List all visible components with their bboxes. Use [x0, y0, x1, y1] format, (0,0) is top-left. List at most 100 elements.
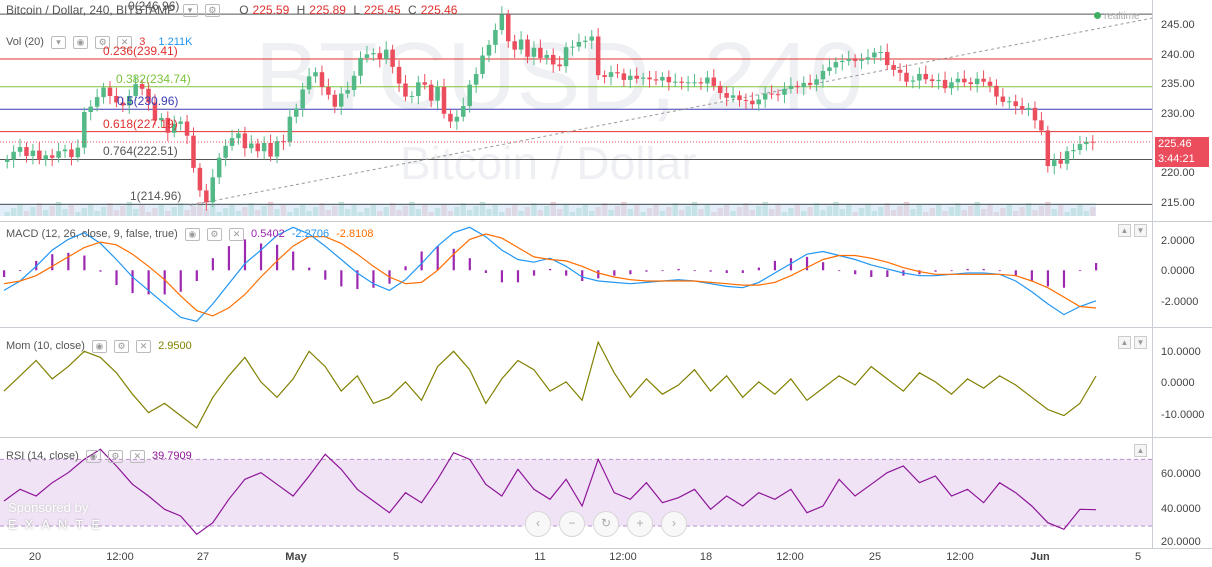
- macd-histogram-bar: [420, 251, 423, 271]
- candle-body: [428, 84, 434, 101]
- candle-body: [1071, 150, 1076, 152]
- close-icon[interactable]: ✕: [129, 450, 145, 463]
- candle-body: [602, 75, 607, 77]
- candle-body: [570, 46, 575, 48]
- macd-histogram-bar: [966, 268, 969, 271]
- mom-value: 2.9500: [158, 340, 192, 353]
- macd-histogram-bar: [195, 270, 198, 282]
- candle-body: [435, 87, 440, 101]
- candle-body: [319, 72, 325, 88]
- minus-icon[interactable]: −: [559, 511, 585, 537]
- candle-body: [872, 52, 877, 58]
- candle-body: [653, 79, 659, 81]
- settings-icon[interactable]: ⚙: [107, 450, 123, 463]
- candle-body: [223, 145, 228, 158]
- candle-body: [897, 69, 903, 73]
- candle-body: [692, 82, 697, 84]
- macd-histogram-bar: [613, 270, 616, 276]
- candle-body: [441, 87, 447, 114]
- candle-body: [274, 141, 280, 157]
- price-pane[interactable]: BTCUSD, 240 Bitcoin / Dollar Bitcoin / D…: [0, 0, 1212, 222]
- time-axis-label: 25: [868, 551, 882, 563]
- fib-level-label: 1(214.96): [130, 189, 182, 204]
- eye-icon[interactable]: ◉: [73, 36, 89, 49]
- candle-body: [711, 77, 717, 86]
- candle-body: [698, 82, 704, 84]
- candle-body: [891, 65, 896, 70]
- candle-body: [56, 151, 61, 158]
- time-axis-label: 27: [196, 551, 210, 563]
- candle-body: [814, 79, 819, 85]
- macd-histogram-bar: [83, 255, 86, 271]
- candle-body: [49, 155, 55, 158]
- chevron-right-icon[interactable]: ›: [661, 511, 687, 537]
- plus-icon[interactable]: +: [627, 511, 653, 537]
- macd-tick: 2.0000: [1161, 235, 1195, 247]
- macd-histogram-bar: [950, 270, 953, 272]
- macd-histogram-bar: [484, 270, 487, 273]
- candle-body: [544, 54, 550, 58]
- settings-icon[interactable]: ⚙: [113, 340, 129, 353]
- candle-body: [955, 78, 961, 83]
- close-icon[interactable]: ✕: [136, 340, 152, 353]
- sponsor-box[interactable]: Sponsored by EXANTE: [8, 500, 132, 540]
- candle-body: [852, 59, 858, 61]
- candle-body: [493, 29, 498, 45]
- mom-header: Mom (10, close) ◉ ⚙ ✕ 2.9500: [6, 340, 196, 353]
- candle-body: [255, 143, 260, 152]
- dropdown-icon[interactable]: ▾: [50, 36, 66, 49]
- macd-histogram-bar: [934, 270, 937, 272]
- candle-body: [962, 78, 967, 83]
- candle-body: [859, 59, 864, 61]
- candle-body: [409, 95, 415, 97]
- macd-histogram-bar: [452, 248, 455, 271]
- candle-body: [615, 72, 620, 74]
- candle-body: [1039, 120, 1044, 131]
- macd-header: MACD (12, 26, close, 9, false, true) ◉ ⚙…: [6, 228, 377, 241]
- candle-body: [525, 39, 530, 57]
- macd-histogram-bar: [532, 270, 536, 276]
- move-down-icon[interactable]: ▼: [1134, 224, 1147, 237]
- eye-icon[interactable]: ◉: [85, 450, 101, 463]
- price-axis[interactable]: 245.00240.00235.00230.00225.00220.00215.…: [1152, 0, 1212, 221]
- candle-body: [827, 67, 832, 71]
- macd-pane[interactable]: MACD (12, 26, close, 9, false, true) ◉ ⚙…: [0, 222, 1212, 328]
- candle-body: [454, 116, 460, 122]
- settings-icon[interactable]: ⚙: [206, 228, 222, 241]
- rsi-tick: 20.0000: [1161, 536, 1201, 548]
- reset-icon[interactable]: ↻: [593, 511, 619, 537]
- time-axis[interactable]: 20 12:00 27 May 5 11 12:00 18 12:00 25 12:00 Jun 5: [0, 549, 1212, 567]
- macd-tick: -2.0000: [1161, 296, 1199, 308]
- macd-value: -2.2706: [291, 228, 330, 241]
- macd-histogram-bar: [324, 270, 327, 280]
- move-up-icon[interactable]: ▲: [1118, 224, 1131, 237]
- move-up-icon[interactable]: ▲: [1134, 444, 1147, 457]
- sponsor-logo[interactable]: EXANTE: [8, 517, 132, 532]
- candle-body: [968, 82, 973, 85]
- macd-histogram-bar: [1014, 270, 1017, 276]
- macd-histogram-bar: [886, 270, 889, 277]
- macd-histogram-bar: [645, 270, 648, 272]
- macd-histogram-bar: [709, 270, 712, 272]
- candle-body: [1058, 160, 1063, 164]
- candle-body: [88, 106, 93, 112]
- chevron-left-icon[interactable]: ‹: [525, 511, 551, 537]
- dropdown-icon[interactable]: ▾: [182, 4, 198, 18]
- eye-icon[interactable]: ◉: [91, 340, 107, 353]
- macd-histogram-bar: [99, 270, 102, 272]
- rsi-header: RSI (14, close) ◉ ⚙ ✕ 39.7909: [6, 450, 196, 463]
- move-down-icon[interactable]: ▼: [1134, 336, 1147, 349]
- macd-histogram-bar: [500, 270, 504, 283]
- candle-body: [949, 82, 954, 89]
- candle-body: [480, 55, 485, 74]
- momentum-pane[interactable]: Mom (10, close) ◉ ⚙ ✕ 2.9500 ▲ ▼ 10.0000…: [0, 328, 1212, 438]
- move-up-icon[interactable]: ▲: [1118, 336, 1131, 349]
- time-axis-label: 12:00: [946, 551, 974, 563]
- candle-body: [332, 94, 338, 107]
- close-icon[interactable]: ✕: [228, 228, 244, 241]
- candle-body: [750, 100, 755, 105]
- candle-body: [473, 73, 479, 85]
- eye-icon[interactable]: ◉: [184, 228, 200, 241]
- candle-body: [846, 59, 851, 61]
- settings-icon[interactable]: ⚙: [204, 4, 220, 18]
